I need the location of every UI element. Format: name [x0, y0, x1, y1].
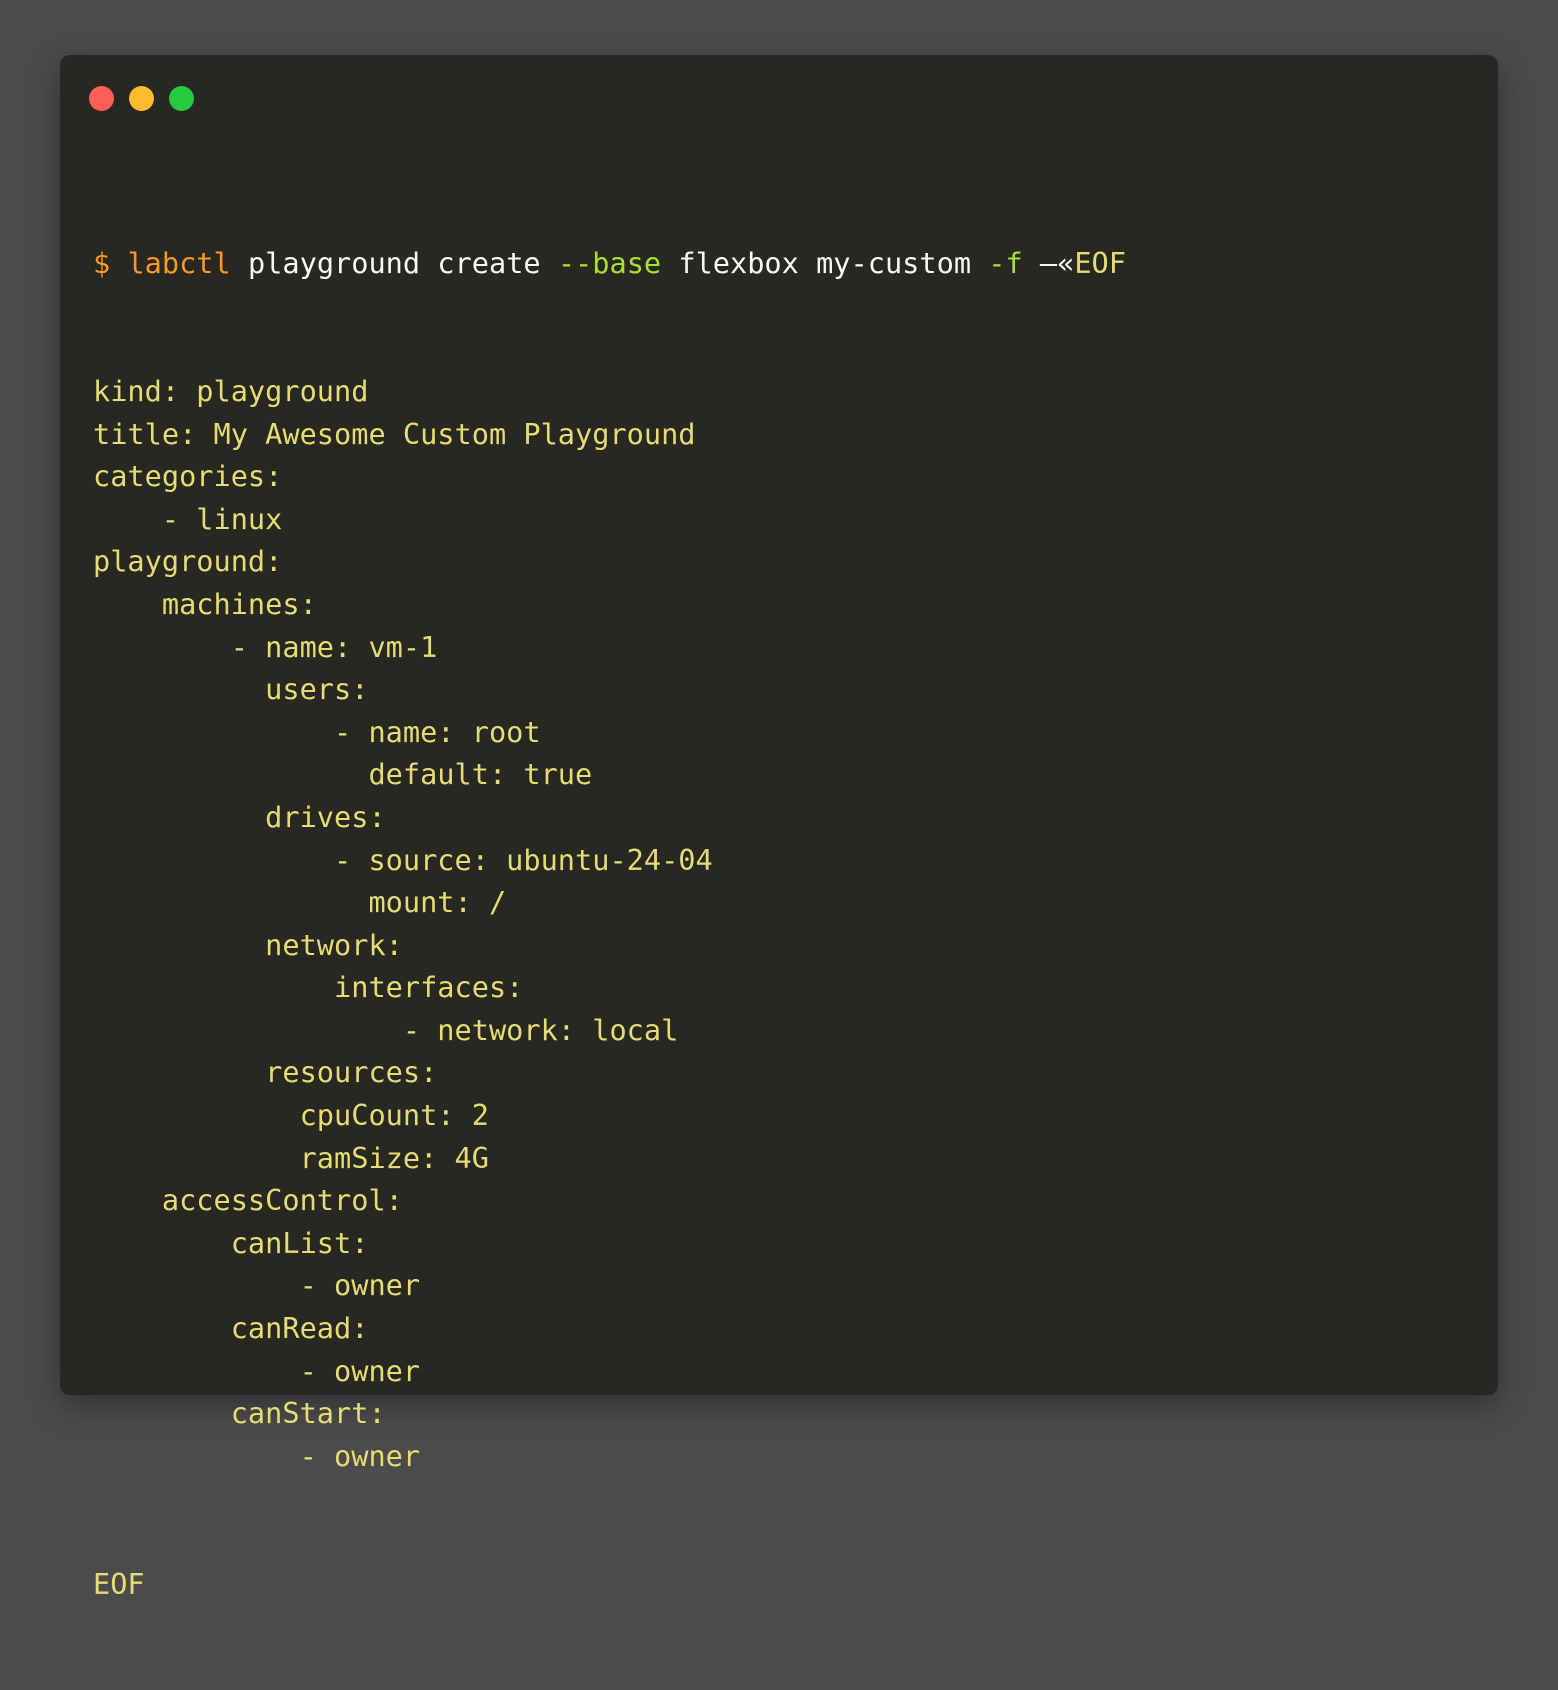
heredoc-marker: EOF — [1074, 246, 1126, 281]
heredoc-arrow: —« — [1039, 246, 1075, 281]
yaml-line: canStart: — [93, 1396, 386, 1431]
yaml-line: resources: — [93, 1055, 438, 1090]
yaml-line: default: true — [93, 757, 593, 792]
yaml-line: - owner — [93, 1353, 421, 1388]
code-block: $ labctl playground create --base flexbo… — [93, 157, 1478, 1690]
command-line: $ labctl playground create --base flexbo… — [93, 242, 1478, 285]
prompt-symbol: $ — [93, 246, 111, 281]
yaml-line: categories: — [93, 459, 283, 494]
yaml-line: playground: — [93, 544, 283, 579]
yaml-line: title: My Awesome Custom Playground — [93, 416, 696, 451]
yaml-line: ramSize: 4G — [93, 1140, 489, 1175]
command-arg: playground — [247, 246, 421, 281]
yaml-line: - name: vm-1 — [93, 629, 438, 664]
yaml-line: cpuCount: 2 — [93, 1098, 489, 1133]
yaml-line: - source: ubuntu-24-04 — [93, 842, 713, 877]
yaml-body: kind: playground title: My Awesome Custom… — [93, 370, 1478, 1477]
yaml-line: users: — [93, 672, 369, 707]
close-dot-icon[interactable] — [89, 86, 114, 111]
yaml-line: - network: local — [93, 1012, 679, 1047]
yaml-line: kind: playground — [93, 373, 369, 408]
yaml-line: - owner — [93, 1438, 421, 1473]
command-arg: create — [437, 246, 541, 281]
heredoc-end: EOF — [93, 1566, 145, 1601]
yaml-line: accessControl: — [93, 1183, 403, 1218]
minimize-dot-icon[interactable] — [129, 86, 154, 111]
maximize-dot-icon[interactable] — [169, 86, 194, 111]
flag-file: -f — [988, 246, 1023, 281]
yaml-line: - linux — [93, 501, 283, 536]
flag-base: --base — [557, 246, 662, 281]
yaml-line: machines: — [93, 586, 317, 621]
command-name: labctl — [127, 246, 231, 281]
yaml-line: - owner — [93, 1268, 421, 1303]
yaml-line: drives: — [93, 799, 386, 834]
terminal-window: $ labctl playground create --base flexbo… — [60, 55, 1498, 1601]
yaml-line: network: — [93, 927, 403, 962]
yaml-line: canRead: — [93, 1311, 369, 1346]
yaml-line: interfaces: — [93, 970, 524, 1005]
base-value: flexbox — [678, 246, 799, 281]
yaml-line: - name: root — [93, 714, 541, 749]
yaml-line: mount: / — [93, 885, 507, 920]
playground-name: my-custom — [816, 246, 972, 281]
yaml-line: canList: — [93, 1225, 369, 1260]
